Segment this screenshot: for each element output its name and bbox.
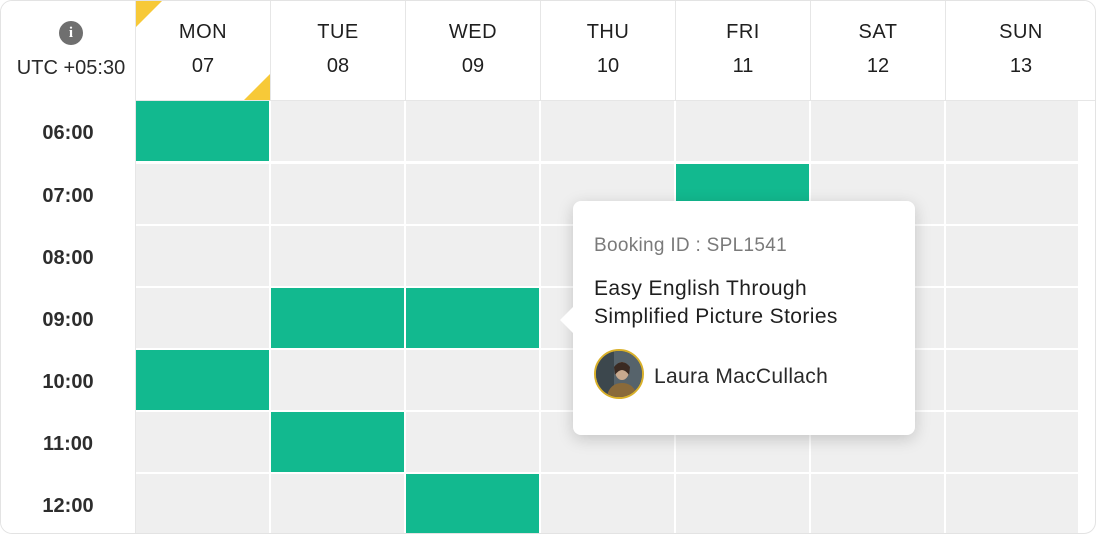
day-date: 13 xyxy=(1009,55,1033,77)
empty-slot[interactable] xyxy=(136,474,269,533)
day-date: 12 xyxy=(866,55,890,77)
day-name: SAT xyxy=(858,21,898,43)
day-date: 10 xyxy=(596,55,620,77)
day-name: FRI xyxy=(726,21,760,43)
empty-slot[interactable] xyxy=(541,474,674,533)
booked-slot[interactable] xyxy=(271,412,404,472)
empty-slot[interactable] xyxy=(406,164,539,224)
day-date: 07 xyxy=(191,55,215,77)
empty-slot[interactable] xyxy=(406,226,539,286)
time-label: 08:00 xyxy=(42,247,94,269)
day-name: SUN xyxy=(999,21,1043,43)
empty-slot[interactable] xyxy=(406,350,539,410)
empty-slot[interactable] xyxy=(676,474,809,533)
day-header-tue[interactable]: TUE 08 xyxy=(271,1,406,101)
empty-slot[interactable] xyxy=(406,101,539,161)
empty-slot[interactable] xyxy=(946,412,1078,472)
timezone-label: UTC +05:30 xyxy=(16,57,126,79)
booking-tooltip: Booking ID : SPL1541 Easy English Throug… xyxy=(560,201,915,435)
teacher-name: Laura MacCullach xyxy=(654,365,829,388)
teacher-avatar xyxy=(594,349,644,399)
day-header-sat[interactable]: SAT 12 xyxy=(811,1,946,101)
empty-slot[interactable] xyxy=(676,101,809,161)
day-header-sun[interactable]: SUN 13 xyxy=(946,1,1095,101)
week-calendar: i UTC +05:30 MON 07 TUE 08 WED 09 THU 10 FRI 11 SA… xyxy=(0,0,1096,534)
empty-slot[interactable] xyxy=(271,164,404,224)
empty-slot[interactable] xyxy=(136,288,269,348)
booked-slot[interactable] xyxy=(136,350,269,410)
empty-slot[interactable] xyxy=(136,164,269,224)
day-date: 08 xyxy=(326,55,350,77)
day-header-thu[interactable]: THU 10 xyxy=(541,1,676,101)
empty-slot[interactable] xyxy=(136,412,269,472)
empty-slot[interactable] xyxy=(946,288,1078,348)
day-header-mon[interactable]: MON 07 xyxy=(136,1,271,101)
empty-slot[interactable] xyxy=(271,474,404,533)
empty-slot[interactable] xyxy=(946,350,1078,410)
empty-slot[interactable] xyxy=(811,474,944,533)
time-label: 10:00 xyxy=(42,371,94,393)
booked-slot[interactable] xyxy=(136,101,269,161)
day-name: THU xyxy=(586,21,630,43)
empty-slot[interactable] xyxy=(136,226,269,286)
day-header-wed[interactable]: WED 09 xyxy=(406,1,541,101)
day-name: TUE xyxy=(317,21,359,43)
empty-slot[interactable] xyxy=(946,474,1078,533)
booking-id: Booking ID : SPL1541 xyxy=(594,235,787,256)
booked-slot[interactable] xyxy=(406,474,539,533)
tooltip-arrow xyxy=(560,307,573,333)
day-header-fri[interactable]: FRI 11 xyxy=(676,1,811,101)
booking-title: Easy English Through Simplified Picture … xyxy=(594,277,838,328)
time-label: 07:00 xyxy=(42,185,94,207)
info-icon[interactable]: i xyxy=(59,21,83,45)
empty-slot[interactable] xyxy=(271,350,404,410)
time-label: 11:00 xyxy=(42,433,94,455)
day-date: 09 xyxy=(461,55,485,77)
empty-slot[interactable] xyxy=(541,101,674,161)
day-name: MON xyxy=(178,21,228,43)
empty-slot[interactable] xyxy=(811,101,944,161)
booked-slot[interactable] xyxy=(406,288,539,348)
timezone-cell: i UTC +05:30 xyxy=(1,1,136,101)
time-label: 09:00 xyxy=(42,309,94,331)
empty-slot[interactable] xyxy=(271,226,404,286)
booked-slot[interactable] xyxy=(271,288,404,348)
day-date: 11 xyxy=(732,55,754,77)
time-label: 06:00 xyxy=(42,122,94,144)
empty-slot[interactable] xyxy=(406,412,539,472)
time-label: 12:00 xyxy=(42,495,94,517)
empty-slot[interactable] xyxy=(946,101,1078,161)
day-name: WED xyxy=(448,21,498,43)
empty-slot[interactable] xyxy=(946,164,1078,224)
empty-slot[interactable] xyxy=(946,226,1078,286)
empty-slot[interactable] xyxy=(271,101,404,161)
